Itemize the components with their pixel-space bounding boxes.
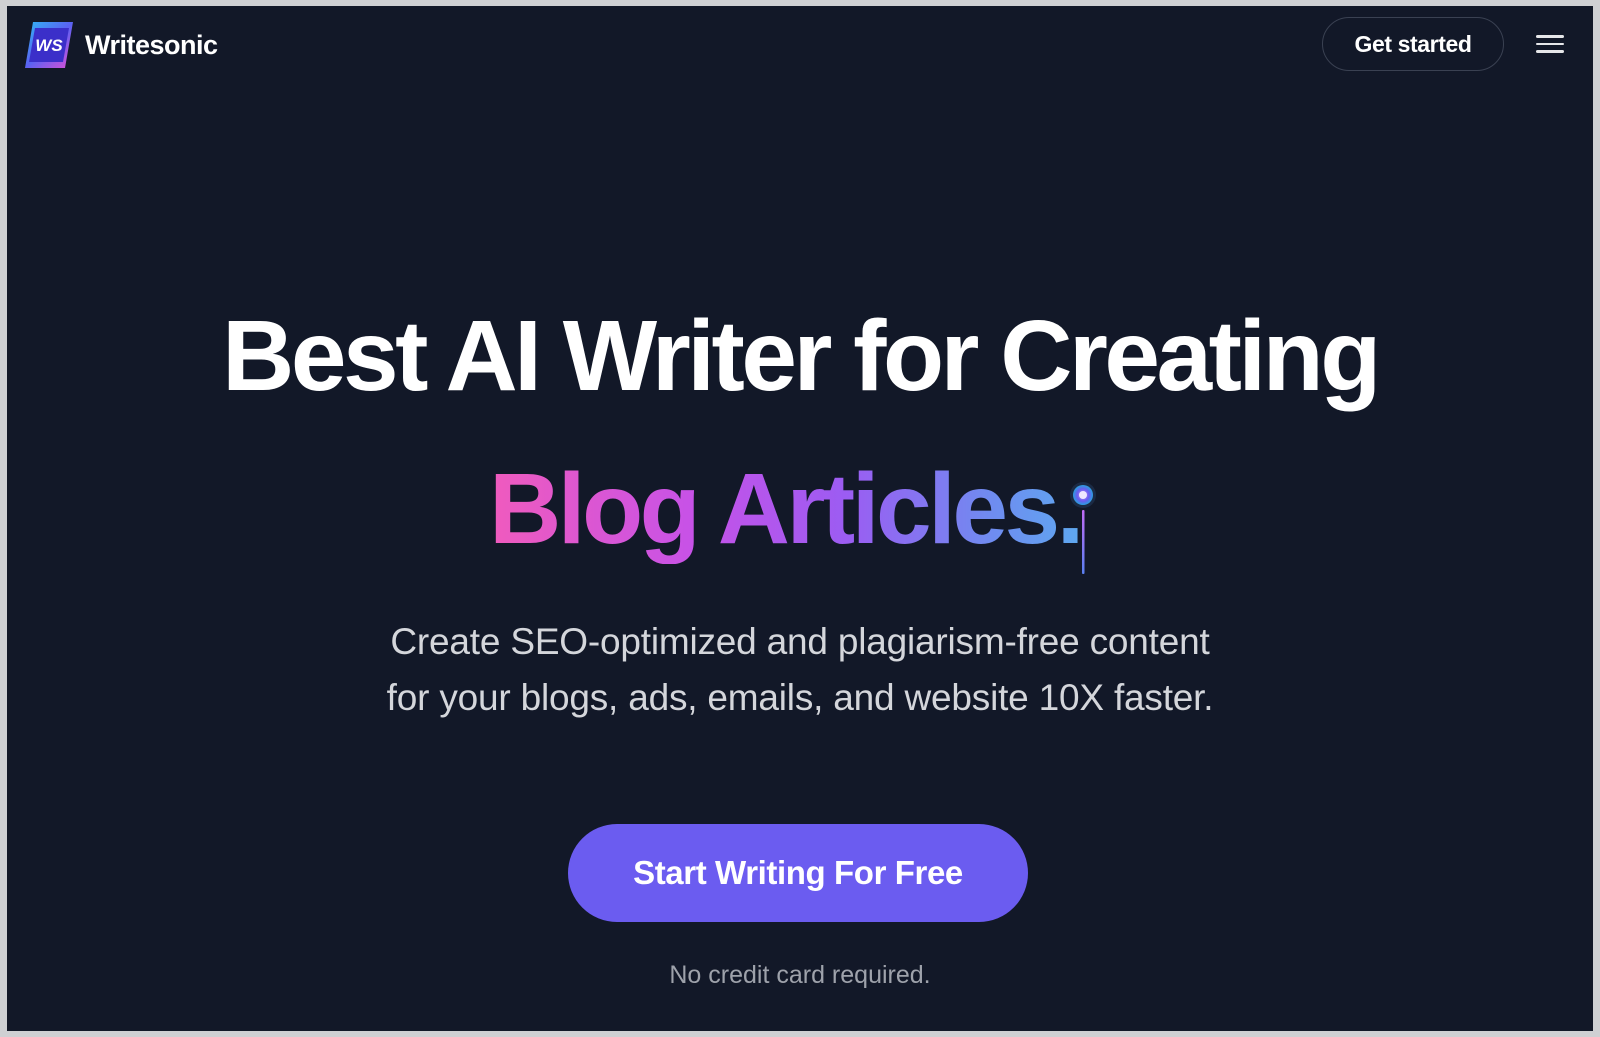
no-credit-card-note: No credit card required. <box>669 961 931 989</box>
page: WS Writesonic Get started Best AI Writer… <box>7 6 1593 1031</box>
brand-link[interactable]: WS Writesonic <box>23 20 218 70</box>
hero-title-line1: Best AI Writer for Creating <box>222 300 1381 412</box>
hero-title-line2: Blog Articles. <box>489 453 1084 565</box>
get-started-button[interactable]: Get started <box>1322 17 1504 71</box>
hero-subtitle-line1: Create SEO-optimized and plagiarism-free… <box>390 621 1210 662</box>
hero-title-line2-wrap: Blog Articles. <box>7 454 1593 584</box>
hero-subtitle: Create SEO-optimized and plagiarism-free… <box>7 614 1593 726</box>
typing-cursor-icon <box>1068 480 1098 580</box>
hamburger-menu-icon[interactable] <box>1533 30 1567 58</box>
start-writing-button[interactable]: Start Writing For Free <box>568 824 1028 922</box>
brand-name: Writesonic <box>85 29 218 60</box>
top-nav: WS Writesonic Get started <box>7 6 1593 86</box>
hero-subtitle-line2: for your blogs, ads, emails, and website… <box>386 677 1214 718</box>
logo-text: WS <box>35 36 63 55</box>
writesonic-logo: WS <box>23 20 75 70</box>
